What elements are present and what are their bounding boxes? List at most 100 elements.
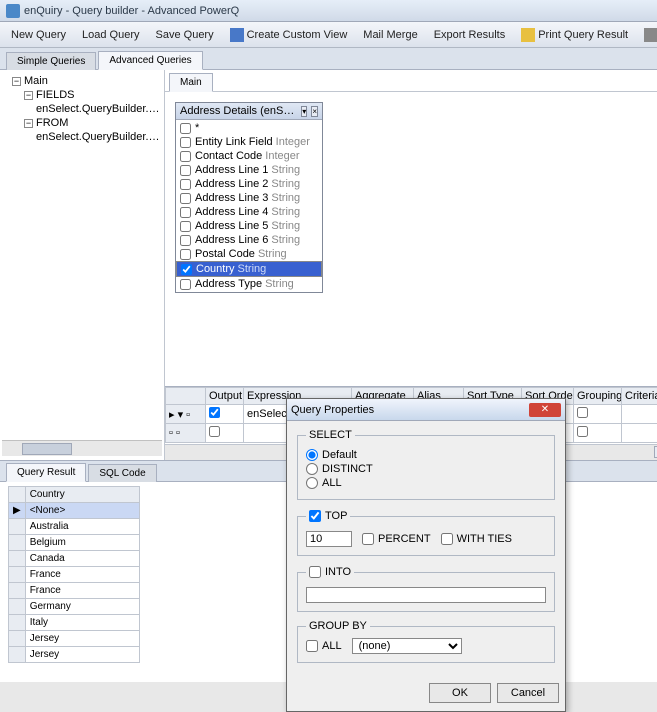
table-field[interactable]: Address Line 3String <box>176 191 322 205</box>
create-custom-view-button[interactable]: Create Custom View <box>223 25 355 45</box>
cancel-button[interactable]: Cancel <box>497 683 559 703</box>
result-row[interactable]: Australia <box>9 519 140 535</box>
field-checkbox[interactable] <box>180 123 191 134</box>
print-query-result-button[interactable]: Print Query Result <box>514 25 635 45</box>
tree-node-fields-child[interactable]: enSelect.QueryBuilder.[Addr <box>2 102 162 116</box>
field-checkbox[interactable] <box>180 279 191 290</box>
table-field[interactable]: * <box>176 121 322 135</box>
table-field[interactable]: Address Line 6String <box>176 233 322 247</box>
grid-header[interactable]: Criteria <box>622 388 657 405</box>
cell-output[interactable] <box>206 424 244 443</box>
grid-header[interactable] <box>166 388 206 405</box>
dialog-titlebar[interactable]: Query Properties ✕ <box>287 399 565 421</box>
export-results-button[interactable]: Export Results <box>427 26 513 44</box>
result-row[interactable]: Germany <box>9 599 140 615</box>
print-configuration-button[interactable]: Print Configuration <box>637 25 657 45</box>
collapse-icon[interactable]: − <box>24 91 33 100</box>
tree-node-from-child[interactable]: enSelect.QueryBuilder.[Addr <box>2 130 162 144</box>
field-checkbox[interactable] <box>180 249 191 260</box>
result-cell[interactable]: Jersey <box>25 647 139 663</box>
top-value-input[interactable] <box>306 531 352 547</box>
tree-node-main[interactable]: −Main <box>2 74 162 88</box>
table-field[interactable]: Contact CodeInteger <box>176 149 322 163</box>
table-field[interactable]: Postal CodeString <box>176 247 322 261</box>
field-checkbox[interactable] <box>180 193 191 204</box>
result-header-country[interactable]: Country <box>25 487 139 503</box>
collapse-icon[interactable]: − <box>24 119 33 128</box>
cell-grouping[interactable] <box>574 405 622 424</box>
field-checkbox[interactable] <box>181 264 192 275</box>
result-cell[interactable]: Germany <box>25 599 139 615</box>
into-value-input[interactable] <box>306 587 546 603</box>
grid-rowhead[interactable]: ▫ ▫ <box>166 424 206 443</box>
field-checkbox[interactable] <box>180 179 191 190</box>
groupby-select[interactable]: (none) <box>352 638 462 654</box>
result-cell[interactable]: Australia <box>25 519 139 535</box>
cell-output[interactable] <box>206 405 244 424</box>
result-row[interactable]: France <box>9 583 140 599</box>
grouping-checkbox[interactable] <box>577 426 588 437</box>
tab-main[interactable]: Main <box>169 73 213 92</box>
field-checkbox[interactable] <box>180 165 191 176</box>
result-row[interactable]: ▶<None> <box>9 503 140 519</box>
table-field[interactable]: Entity Link FieldInteger <box>176 135 322 149</box>
tab-simple-queries[interactable]: Simple Queries <box>6 52 96 70</box>
tab-advanced-queries[interactable]: Advanced Queries <box>98 51 202 70</box>
withties-checkbox[interactable] <box>441 533 453 545</box>
into-checkbox[interactable] <box>309 566 321 578</box>
groupby-all-label[interactable]: ALL <box>306 640 342 652</box>
result-row[interactable]: Jersey <box>9 647 140 663</box>
field-checkbox[interactable] <box>180 137 191 148</box>
result-cell[interactable]: Canada <box>25 551 139 567</box>
new-query-button[interactable]: New Query <box>4 26 73 44</box>
table-box-header[interactable]: Address Details (enS… ▾ × <box>176 103 322 120</box>
tab-sql-code[interactable]: SQL Code <box>88 464 156 482</box>
grid-rowhead[interactable]: ▸ ▾ ▫ <box>166 405 206 424</box>
radio-distinct-input[interactable] <box>306 463 318 475</box>
top-checkbox[interactable] <box>309 510 321 522</box>
table-box[interactable]: Address Details (enS… ▾ × *Entity Link F… <box>175 102 323 293</box>
result-cell[interactable]: France <box>25 583 139 599</box>
tree-node-fields[interactable]: −FIELDS <box>2 88 162 102</box>
field-checkbox[interactable] <box>180 151 191 162</box>
cell-grouping[interactable] <box>574 424 622 443</box>
output-checkbox[interactable] <box>209 426 220 437</box>
result-row[interactable]: Italy <box>9 615 140 631</box>
save-query-button[interactable]: Save Query <box>149 26 221 44</box>
result-table[interactable]: Country ▶<None>AustraliaBelgiumCanadaFra… <box>8 486 140 663</box>
tree-hscrollbar[interactable] <box>2 440 162 456</box>
field-checkbox[interactable] <box>180 207 191 218</box>
result-cell[interactable]: France <box>25 567 139 583</box>
result-cell[interactable]: Italy <box>25 615 139 631</box>
grouping-checkbox[interactable] <box>577 407 588 418</box>
groupby-all-checkbox[interactable] <box>306 640 318 652</box>
design-canvas[interactable]: Address Details (enS… ▾ × *Entity Link F… <box>165 92 657 386</box>
load-query-button[interactable]: Load Query <box>75 26 146 44</box>
table-box-close-button[interactable]: × <box>311 106 318 117</box>
field-checkbox[interactable] <box>180 221 191 232</box>
cell-criteria[interactable] <box>622 424 657 443</box>
result-cell[interactable]: Belgium <box>25 535 139 551</box>
table-field[interactable]: Address Line 4String <box>176 205 322 219</box>
grid-header[interactable]: Grouping <box>574 388 622 405</box>
radio-distinct[interactable]: DISTINCT <box>306 463 546 475</box>
result-row[interactable]: France <box>9 567 140 583</box>
output-checkbox[interactable] <box>209 407 220 418</box>
withties-checkbox-label[interactable]: WITH TIES <box>441 533 512 545</box>
result-row[interactable]: Canada <box>9 551 140 567</box>
percent-checkbox-label[interactable]: PERCENT <box>362 533 431 545</box>
tree-node-from[interactable]: −FROM <box>2 116 162 130</box>
cell-criteria[interactable] <box>622 405 657 424</box>
radio-all-input[interactable] <box>306 477 318 489</box>
table-field[interactable]: CountryString <box>176 261 322 277</box>
table-field[interactable]: Address TypeString <box>176 277 322 291</box>
tab-query-result[interactable]: Query Result <box>6 463 86 482</box>
dialog-close-button[interactable]: ✕ <box>529 403 561 417</box>
field-checkbox[interactable] <box>180 235 191 246</box>
collapse-icon[interactable]: − <box>12 77 21 86</box>
result-cell[interactable]: Jersey <box>25 631 139 647</box>
table-field[interactable]: Address Line 5String <box>176 219 322 233</box>
table-box-menu-button[interactable]: ▾ <box>301 106 307 117</box>
result-row[interactable]: Jersey <box>9 631 140 647</box>
scrollbar-thumb[interactable] <box>22 443 72 455</box>
